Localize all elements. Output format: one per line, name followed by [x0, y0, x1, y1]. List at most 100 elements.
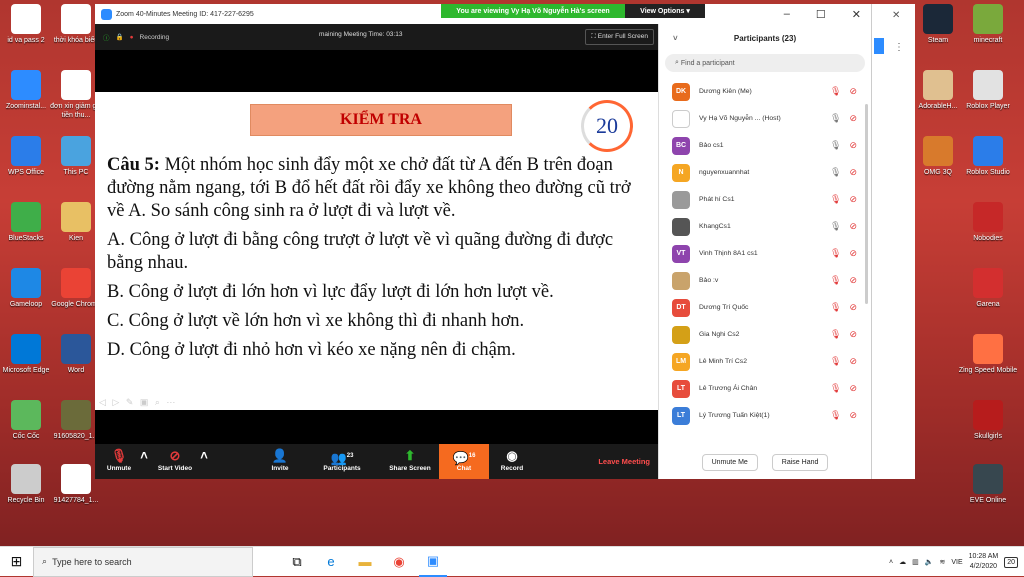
record-button[interactable]: ◉ Record	[495, 447, 529, 472]
chrome-icon[interactable]: ◉	[385, 547, 413, 577]
participant-row[interactable]: DT Dương Trí Quốc 🎙 ⊘	[659, 294, 871, 321]
avatar: LM	[672, 352, 690, 371]
mic-muted-icon: 🎙	[830, 302, 842, 312]
share-screen-icon: ⬆	[404, 448, 416, 463]
desktop-icon-label: Roblox Player	[966, 103, 1010, 110]
participant-row[interactable]: BC Bảo cs1 🎙 ⊘	[659, 132, 871, 159]
question-label: Câu 5:	[107, 155, 160, 175]
add-person-icon: 👤	[271, 448, 289, 463]
fullscreen-button[interactable]: ⛶ Enter Full Screen	[585, 29, 654, 45]
roblox-icon	[973, 70, 1003, 100]
desktop-icon-label: Nobodies	[973, 235, 1003, 242]
minecraft-icon	[973, 4, 1003, 34]
share-screen-button[interactable]: ⬆ Share Screen	[383, 447, 437, 472]
mic-muted-icon: 🎙	[830, 383, 842, 393]
participants-button[interactable]: 👥23 Participants	[317, 447, 367, 472]
volume-icon[interactable]: 🔈	[925, 558, 934, 566]
video-off-icon: ⊘	[849, 194, 857, 204]
taskbar-search-placeholder: Type here to search	[52, 556, 132, 567]
game-icon	[923, 136, 953, 166]
desktop-icon[interactable]: Skullgirls	[958, 400, 1018, 441]
recycle-bin-icon	[11, 464, 41, 494]
participant-row[interactable]: KhangCs1 🎙 ⊘	[659, 213, 871, 240]
avatar: N	[672, 163, 690, 182]
raise-hand-button[interactable]: Raise Hand	[771, 454, 829, 471]
video-options-button[interactable]: ˄	[199, 447, 209, 465]
shared-slide: KIỂM TRA 20 Câu 5: Một nhóm học sinh đẩy…	[95, 92, 658, 410]
slide-nav-controls[interactable]: ◁ ▷ ✎ ▣ ⌕ ⋯	[99, 397, 177, 408]
desktop-icon[interactable]: EVE Online	[958, 464, 1018, 505]
document-icon	[11, 4, 41, 34]
eve-icon	[973, 464, 1003, 494]
view-options-button[interactable]: View Options ▾	[625, 4, 705, 18]
edge-icon[interactable]: e	[317, 547, 345, 577]
video-off-icon: ⊘	[849, 167, 857, 177]
panel-actions: Unmute Me Raise Hand	[659, 454, 871, 471]
desktop-icon-label: Skullgirls	[973, 433, 1002, 440]
invite-button[interactable]: 👤 Invite	[265, 447, 295, 472]
file-explorer-icon[interactable]: ▬	[351, 547, 379, 577]
participant-row[interactable]: Bảo :v 🎙 ⊘	[659, 267, 871, 294]
network-icon[interactable]: ▥	[912, 558, 919, 566]
participant-search-input[interactable]: ⌕ Find a participant	[665, 54, 865, 72]
close-icon[interactable]: ✕	[852, 8, 861, 21]
word-icon	[61, 334, 91, 364]
desktop-icon[interactable]: Nobodies	[958, 202, 1018, 243]
desktop-icon[interactable]: minecraft	[958, 4, 1018, 45]
audio-options-button[interactable]: ˄	[139, 447, 149, 465]
more-icon[interactable]: ⋮	[894, 42, 904, 53]
meeting-toolbar: 🎙 Unmute ˄ ⊘ Start Video ˄ 👤 Invite 👥23 …	[95, 444, 658, 479]
mic-icon: 🎙	[830, 140, 842, 150]
desktop-icon-label: Garena	[976, 301, 1000, 308]
notification-icon[interactable]: 20	[1004, 556, 1018, 568]
unmute-button[interactable]: 🎙 Unmute	[99, 447, 139, 472]
participant-row[interactable]: Nnguyenxuannhat 🎙 ⊘	[659, 159, 871, 186]
participant-row[interactable]: LM Lê Minh Trí Cs2 🎙 ⊘	[659, 348, 871, 375]
zoom-window: Zoom 40-Minutes Meeting ID: 417-227-6295…	[95, 4, 871, 479]
participant-row[interactable]: VT Vinh Thịnh 8A1 cs1 🎙 ⊘	[659, 240, 871, 267]
desktop-icon[interactable]: Roblox Studio	[958, 136, 1018, 177]
desktop-icon[interactable]: Garena	[958, 268, 1018, 309]
wifi-icon[interactable]: ≋	[939, 558, 945, 566]
chevron-down-icon: ▾	[686, 8, 690, 15]
start-video-button[interactable]: ⊘ Start Video	[153, 447, 197, 472]
zoom-taskbar-icon[interactable]: ▣	[419, 547, 447, 577]
task-view-icon[interactable]: ⧉	[283, 547, 311, 577]
participant-name: Vinh Thịnh 8A1 cs1	[699, 250, 758, 257]
participant-row[interactable]: Phát hí Cs1 🎙 ⊘	[659, 186, 871, 213]
clock[interactable]: 10:28 AM 4/2/2020	[969, 552, 999, 572]
desktop-icon[interactable]: Roblox Player	[958, 70, 1018, 111]
desktop-icon[interactable]: Zing Speed Mobile	[958, 334, 1018, 375]
word-icon	[61, 70, 91, 100]
fullscreen-label: Enter Full Screen	[597, 33, 648, 40]
edge-icon	[11, 334, 41, 364]
computer-icon	[61, 136, 91, 166]
roblox-studio-icon	[973, 136, 1003, 166]
taskbar-search-input[interactable]: ⌕ Type here to search	[33, 546, 253, 577]
leave-meeting-button[interactable]: Leave Meeting	[598, 457, 650, 466]
minimize-icon[interactable]: –	[784, 8, 790, 20]
participant-row[interactable]: LT Lê Trương Ái Chân 🎙 ⊘	[659, 375, 871, 402]
scrollbar[interactable]	[865, 104, 868, 304]
chat-button[interactable]: 💬16 Chat	[439, 444, 489, 479]
participant-row[interactable]: DK Dương Kiên (Me) 🎙 ⊘	[659, 78, 871, 105]
maximize-icon[interactable]: ☐	[816, 8, 826, 21]
participant-row[interactable]: Gia Nghi Cs2 🎙 ⊘	[659, 321, 871, 348]
desktop-icon-label: minecraft	[973, 37, 1003, 44]
desktop-icon-label: EVE Online	[969, 497, 1007, 504]
tray-expand-icon[interactable]: ˄	[889, 559, 893, 566]
unmute-me-button[interactable]: Unmute Me	[701, 454, 758, 471]
chevron-down-icon[interactable]: ˅	[673, 34, 678, 43]
start-button[interactable]: ⊞	[0, 547, 33, 577]
participant-status-icons: 🎙 ⊘	[830, 248, 857, 259]
language-label[interactable]: VIE	[951, 559, 962, 566]
video-off-icon: ⊘	[849, 86, 857, 96]
close-icon[interactable]: ✕	[892, 10, 900, 21]
participant-row[interactable]: LT Lý Trương Tuấn Kiệt(1) 🎙 ⊘	[659, 402, 871, 429]
participant-status-icons: 🎙 ⊘	[830, 113, 857, 124]
avatar: BC	[672, 136, 690, 155]
participant-row[interactable]: Vy Hạ Võ Nguyễn ... (Host) 🎙 ⊘	[659, 105, 871, 132]
onedrive-icon[interactable]: ☁	[899, 558, 906, 566]
window-title: Zoom 40-Minutes Meeting ID: 417-227-6295	[116, 10, 254, 18]
slide-heading: KIỂM TRA	[250, 104, 512, 136]
